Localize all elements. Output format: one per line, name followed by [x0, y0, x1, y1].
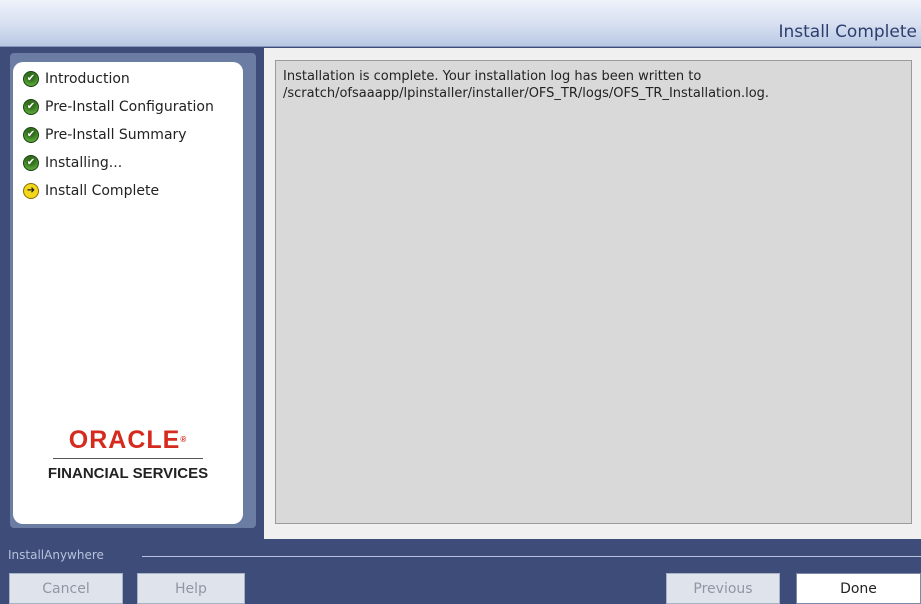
- step-introduction: ✔ Introduction: [23, 65, 214, 93]
- title-bar: Install Complete: [0, 0, 921, 47]
- cancel-button[interactable]: Cancel: [9, 573, 123, 604]
- footer-divider: InstallAnywhere: [0, 548, 921, 564]
- step-install-complete: ➜ Install Complete: [23, 177, 214, 205]
- logo-divider: [53, 458, 203, 459]
- step-label: Introduction: [45, 71, 130, 87]
- logo-subtitle: FINANCIAL SERVICES: [47, 465, 209, 482]
- check-icon: ✔: [23, 127, 39, 143]
- page-title: Install Complete: [778, 22, 917, 42]
- arrow-right-icon: ➜: [23, 183, 39, 199]
- check-icon: ✔: [23, 71, 39, 87]
- step-pre-install-configuration: ✔ Pre-Install Configuration: [23, 93, 214, 121]
- help-button[interactable]: Help: [137, 573, 245, 604]
- installanywhere-label: InstallAnywhere: [8, 548, 104, 562]
- check-icon: ✔: [23, 99, 39, 115]
- completion-message: Installation is complete. Your installat…: [283, 68, 908, 102]
- step-installing: ✔ Installing...: [23, 149, 214, 177]
- step-label: Pre-Install Summary: [45, 127, 187, 143]
- step-label: Install Complete: [45, 183, 160, 199]
- step-label: Pre-Install Configuration: [45, 99, 214, 115]
- oracle-logo: ORACLE® FINANCIAL SERVICES: [13, 426, 243, 482]
- step-pre-install-summary: ✔ Pre-Install Summary: [23, 121, 214, 149]
- oracle-wordmark: ORACLE®: [68, 426, 188, 454]
- check-icon: ✔: [23, 155, 39, 171]
- steps-list: ✔ Introduction ✔ Pre-Install Configurati…: [23, 65, 214, 205]
- message-line-1: Installation is complete. Your installat…: [283, 69, 702, 84]
- step-label: Installing...: [45, 155, 123, 171]
- done-button[interactable]: Done: [796, 573, 921, 604]
- steps-panel: ✔ Introduction ✔ Pre-Install Configurati…: [13, 62, 243, 524]
- message-line-2: /scratch/ofsaaapp/lpinstaller/installer/…: [283, 86, 770, 101]
- message-panel: Installation is complete. Your installat…: [275, 60, 912, 524]
- divider-line: [142, 556, 921, 557]
- previous-button[interactable]: Previous: [666, 573, 780, 604]
